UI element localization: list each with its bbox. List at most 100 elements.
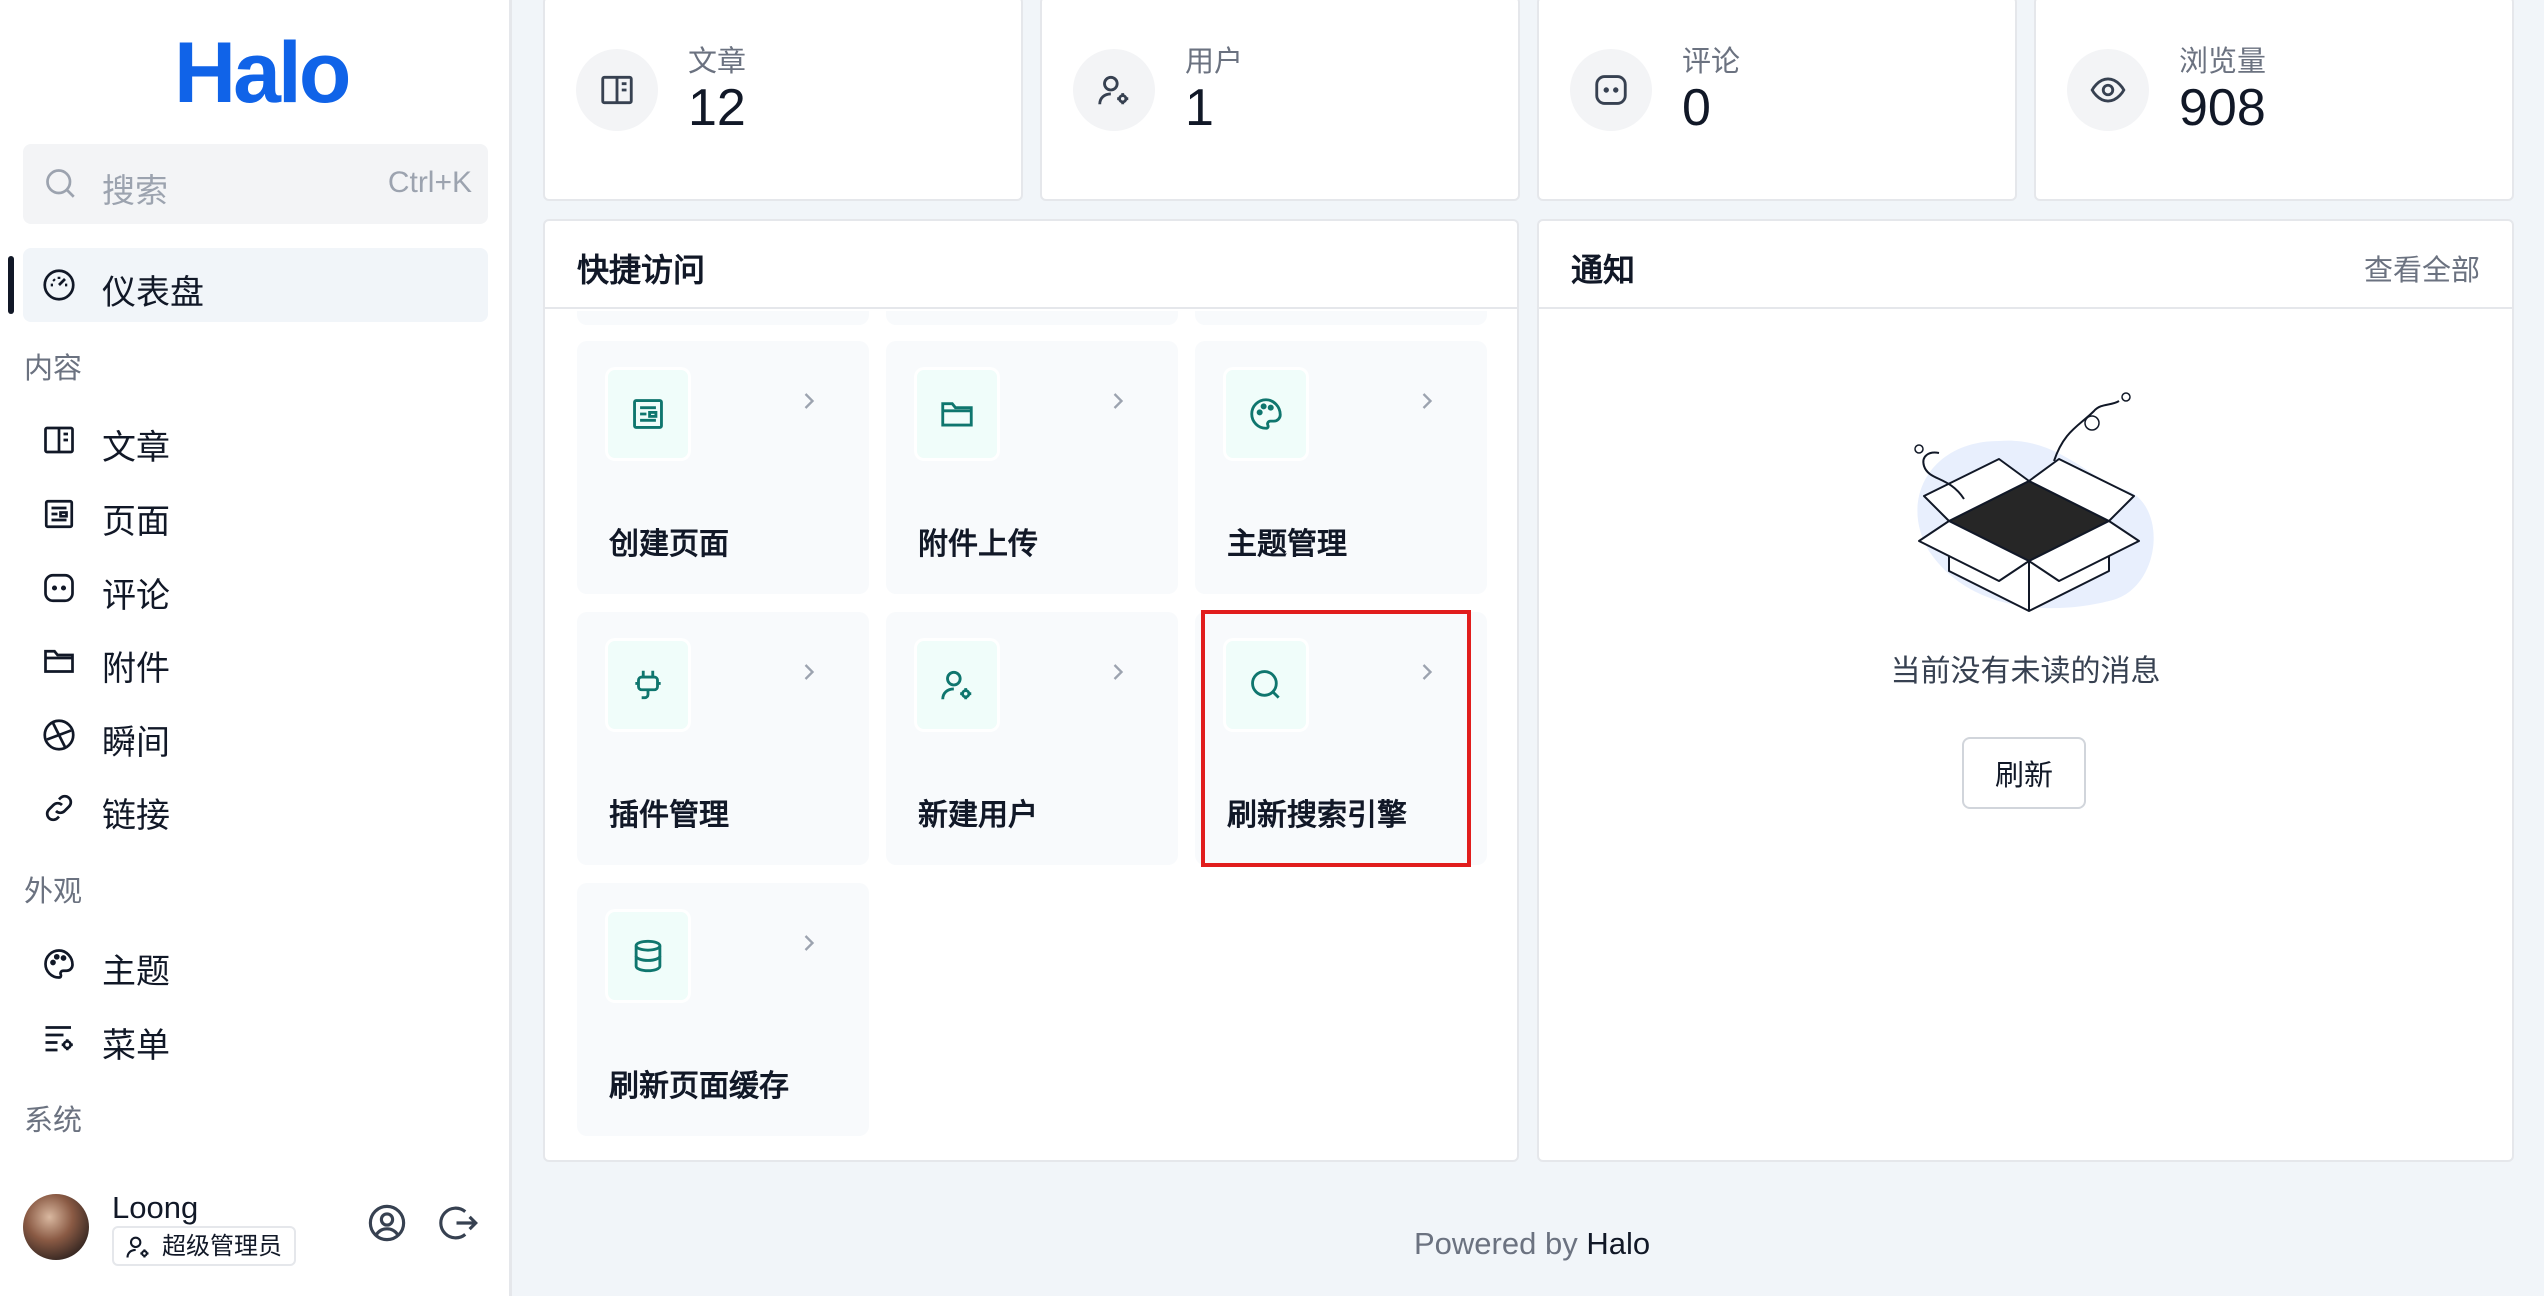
- database-icon: [634, 939, 662, 973]
- plug-icon: [635, 670, 661, 700]
- panel-title: 快捷访问: [577, 251, 706, 289]
- tile-theme-manage[interactable]: 主题管理: [1195, 341, 1487, 594]
- dashboard-icon: [43, 269, 75, 301]
- sidebar: Halo 搜索 Ctrl+K 仪表盘 内容 文章 页面 评论 附件 瞬间 链接 …: [0, 0, 512, 1296]
- sidebar-item-label: 文章: [102, 428, 170, 468]
- sidebar-item-label: 评论: [102, 576, 170, 616]
- user-gear-icon: [941, 670, 972, 700]
- palette-icon: [1250, 398, 1282, 430]
- tile-partial: [886, 311, 1178, 325]
- stat-label: 文章: [688, 44, 747, 78]
- sidebar-item-label: 链接: [102, 796, 170, 836]
- tile-partial: [1195, 311, 1487, 325]
- page-icon: [633, 399, 663, 429]
- chevron-right-icon: [804, 935, 815, 951]
- panel-header: 快捷访问: [545, 221, 1517, 309]
- group-label-system: 系统: [24, 1103, 83, 1137]
- comment-icon: [1595, 75, 1627, 105]
- sidebar-item-posts[interactable]: 文章: [23, 403, 488, 477]
- empty-message: 当前没有未读的消息: [1890, 654, 2161, 689]
- highlight-box: [1201, 610, 1471, 867]
- search-placeholder: 搜索: [102, 171, 168, 210]
- sidebar-item-label: 主题: [102, 952, 170, 992]
- palette-icon: [44, 949, 74, 979]
- notifications-panel: 通知 查看全部 当前没有未读的消息: [1537, 219, 2514, 1162]
- sidebar-item-label: 仪表盘: [102, 273, 204, 313]
- page-icon: [44, 499, 74, 529]
- footer-brand-link[interactable]: Halo: [1586, 1226, 1650, 1261]
- search-shortcut: Ctrl+K: [387, 166, 472, 199]
- logout-icon[interactable]: [439, 1202, 481, 1244]
- user-panel: Loong 超级管理员: [23, 1190, 493, 1270]
- sidebar-item-moments[interactable]: 瞬间: [23, 698, 488, 772]
- tile-label: 附件上传: [918, 527, 1038, 562]
- user-name: Loong: [112, 1190, 199, 1225]
- chevron-right-icon: [804, 664, 815, 680]
- empty-box-illustration: [1914, 392, 2154, 612]
- tile-new-user[interactable]: 新建用户: [886, 612, 1178, 865]
- avatar[interactable]: [23, 1194, 89, 1260]
- footer-prefix: Powered by: [1414, 1226, 1578, 1261]
- chevron-right-icon: [804, 393, 815, 409]
- stat-icon-wrap: [2067, 49, 2149, 131]
- tile-label: 主题管理: [1227, 527, 1347, 562]
- quick-access-panel: 快捷访问 创建页面 附件上传 主题管理 插件管理 新建用户 刷新搜索引擎 刷新页…: [543, 219, 1519, 1162]
- panel-title: 通知: [1571, 251, 1636, 289]
- refresh-button[interactable]: 刷新: [1962, 737, 2086, 809]
- sidebar-item-menus[interactable]: 菜单: [23, 1001, 488, 1075]
- search-icon: [46, 169, 75, 198]
- tile-label: 新建用户: [918, 798, 1038, 833]
- stat-icon-wrap: [1073, 49, 1155, 131]
- tile-partial: [577, 311, 869, 325]
- tile-icon-wrap: [605, 367, 691, 461]
- tile-label: 创建页面: [609, 527, 729, 562]
- halo-logo[interactable]: Halo: [174, 28, 351, 118]
- sidebar-item-attachments[interactable]: 附件: [23, 624, 488, 698]
- folder-icon: [44, 649, 74, 673]
- comment-icon: [44, 573, 74, 603]
- stat-value: 1: [1185, 79, 1214, 137]
- stat-card-users: 用户 1: [1040, 0, 1520, 201]
- link-icon: [45, 794, 73, 822]
- tile-upload-attachment[interactable]: 附件上传: [886, 341, 1178, 594]
- chevron-right-icon: [1422, 393, 1433, 409]
- tile-plugin-manage[interactable]: 插件管理: [577, 612, 869, 865]
- group-label-content: 内容: [24, 351, 83, 385]
- chevron-right-icon: [1113, 664, 1124, 680]
- eye-icon: [2090, 77, 2126, 103]
- sidebar-item-comments[interactable]: 评论: [23, 551, 488, 625]
- tile-icon-wrap: [914, 638, 1000, 732]
- stat-card-views: 浏览量 908: [2034, 0, 2514, 201]
- group-label-appearance: 外观: [24, 874, 83, 908]
- search-input[interactable]: 搜索 Ctrl+K: [23, 144, 488, 224]
- book-icon: [44, 426, 74, 454]
- role-badge: 超级管理员: [112, 1226, 296, 1266]
- tile-icon-wrap: [1223, 367, 1309, 461]
- book-icon: [601, 75, 633, 105]
- role-label: 超级管理员: [162, 1232, 282, 1260]
- view-all-link[interactable]: 查看全部: [2364, 247, 2480, 289]
- tile-refresh-page-cache[interactable]: 刷新页面缓存: [577, 883, 869, 1136]
- footer: Powered by Halo: [1414, 1226, 1650, 1262]
- profile-icon[interactable]: [366, 1202, 408, 1244]
- stat-value: 0: [1682, 79, 1711, 137]
- tile-label: 插件管理: [609, 798, 729, 833]
- sidebar-item-pages[interactable]: 页面: [23, 477, 488, 551]
- stat-card-posts: 文章 12: [543, 0, 1023, 201]
- user-gear-icon: [126, 1236, 149, 1258]
- sidebar-item-dashboard[interactable]: 仪表盘: [8, 248, 488, 322]
- stat-icon-wrap: [1570, 49, 1652, 131]
- panel-header: 通知 查看全部: [1539, 221, 2512, 309]
- sidebar-item-label: 瞬间: [102, 723, 170, 763]
- sidebar-item-themes[interactable]: 主题: [23, 927, 488, 1001]
- sidebar-item-label: 附件: [102, 649, 170, 689]
- menu-settings-icon: [45, 1026, 73, 1052]
- folder-icon: [941, 402, 973, 427]
- stat-label: 评论: [1682, 44, 1741, 78]
- sidebar-item-label: 菜单: [102, 1026, 170, 1066]
- tile-icon-wrap: [914, 367, 1000, 461]
- tile-label: 刷新页面缓存: [609, 1069, 789, 1104]
- user-gear-icon: [1098, 75, 1129, 105]
- sidebar-item-links[interactable]: 链接: [23, 771, 488, 845]
- tile-create-page[interactable]: 创建页面: [577, 341, 869, 594]
